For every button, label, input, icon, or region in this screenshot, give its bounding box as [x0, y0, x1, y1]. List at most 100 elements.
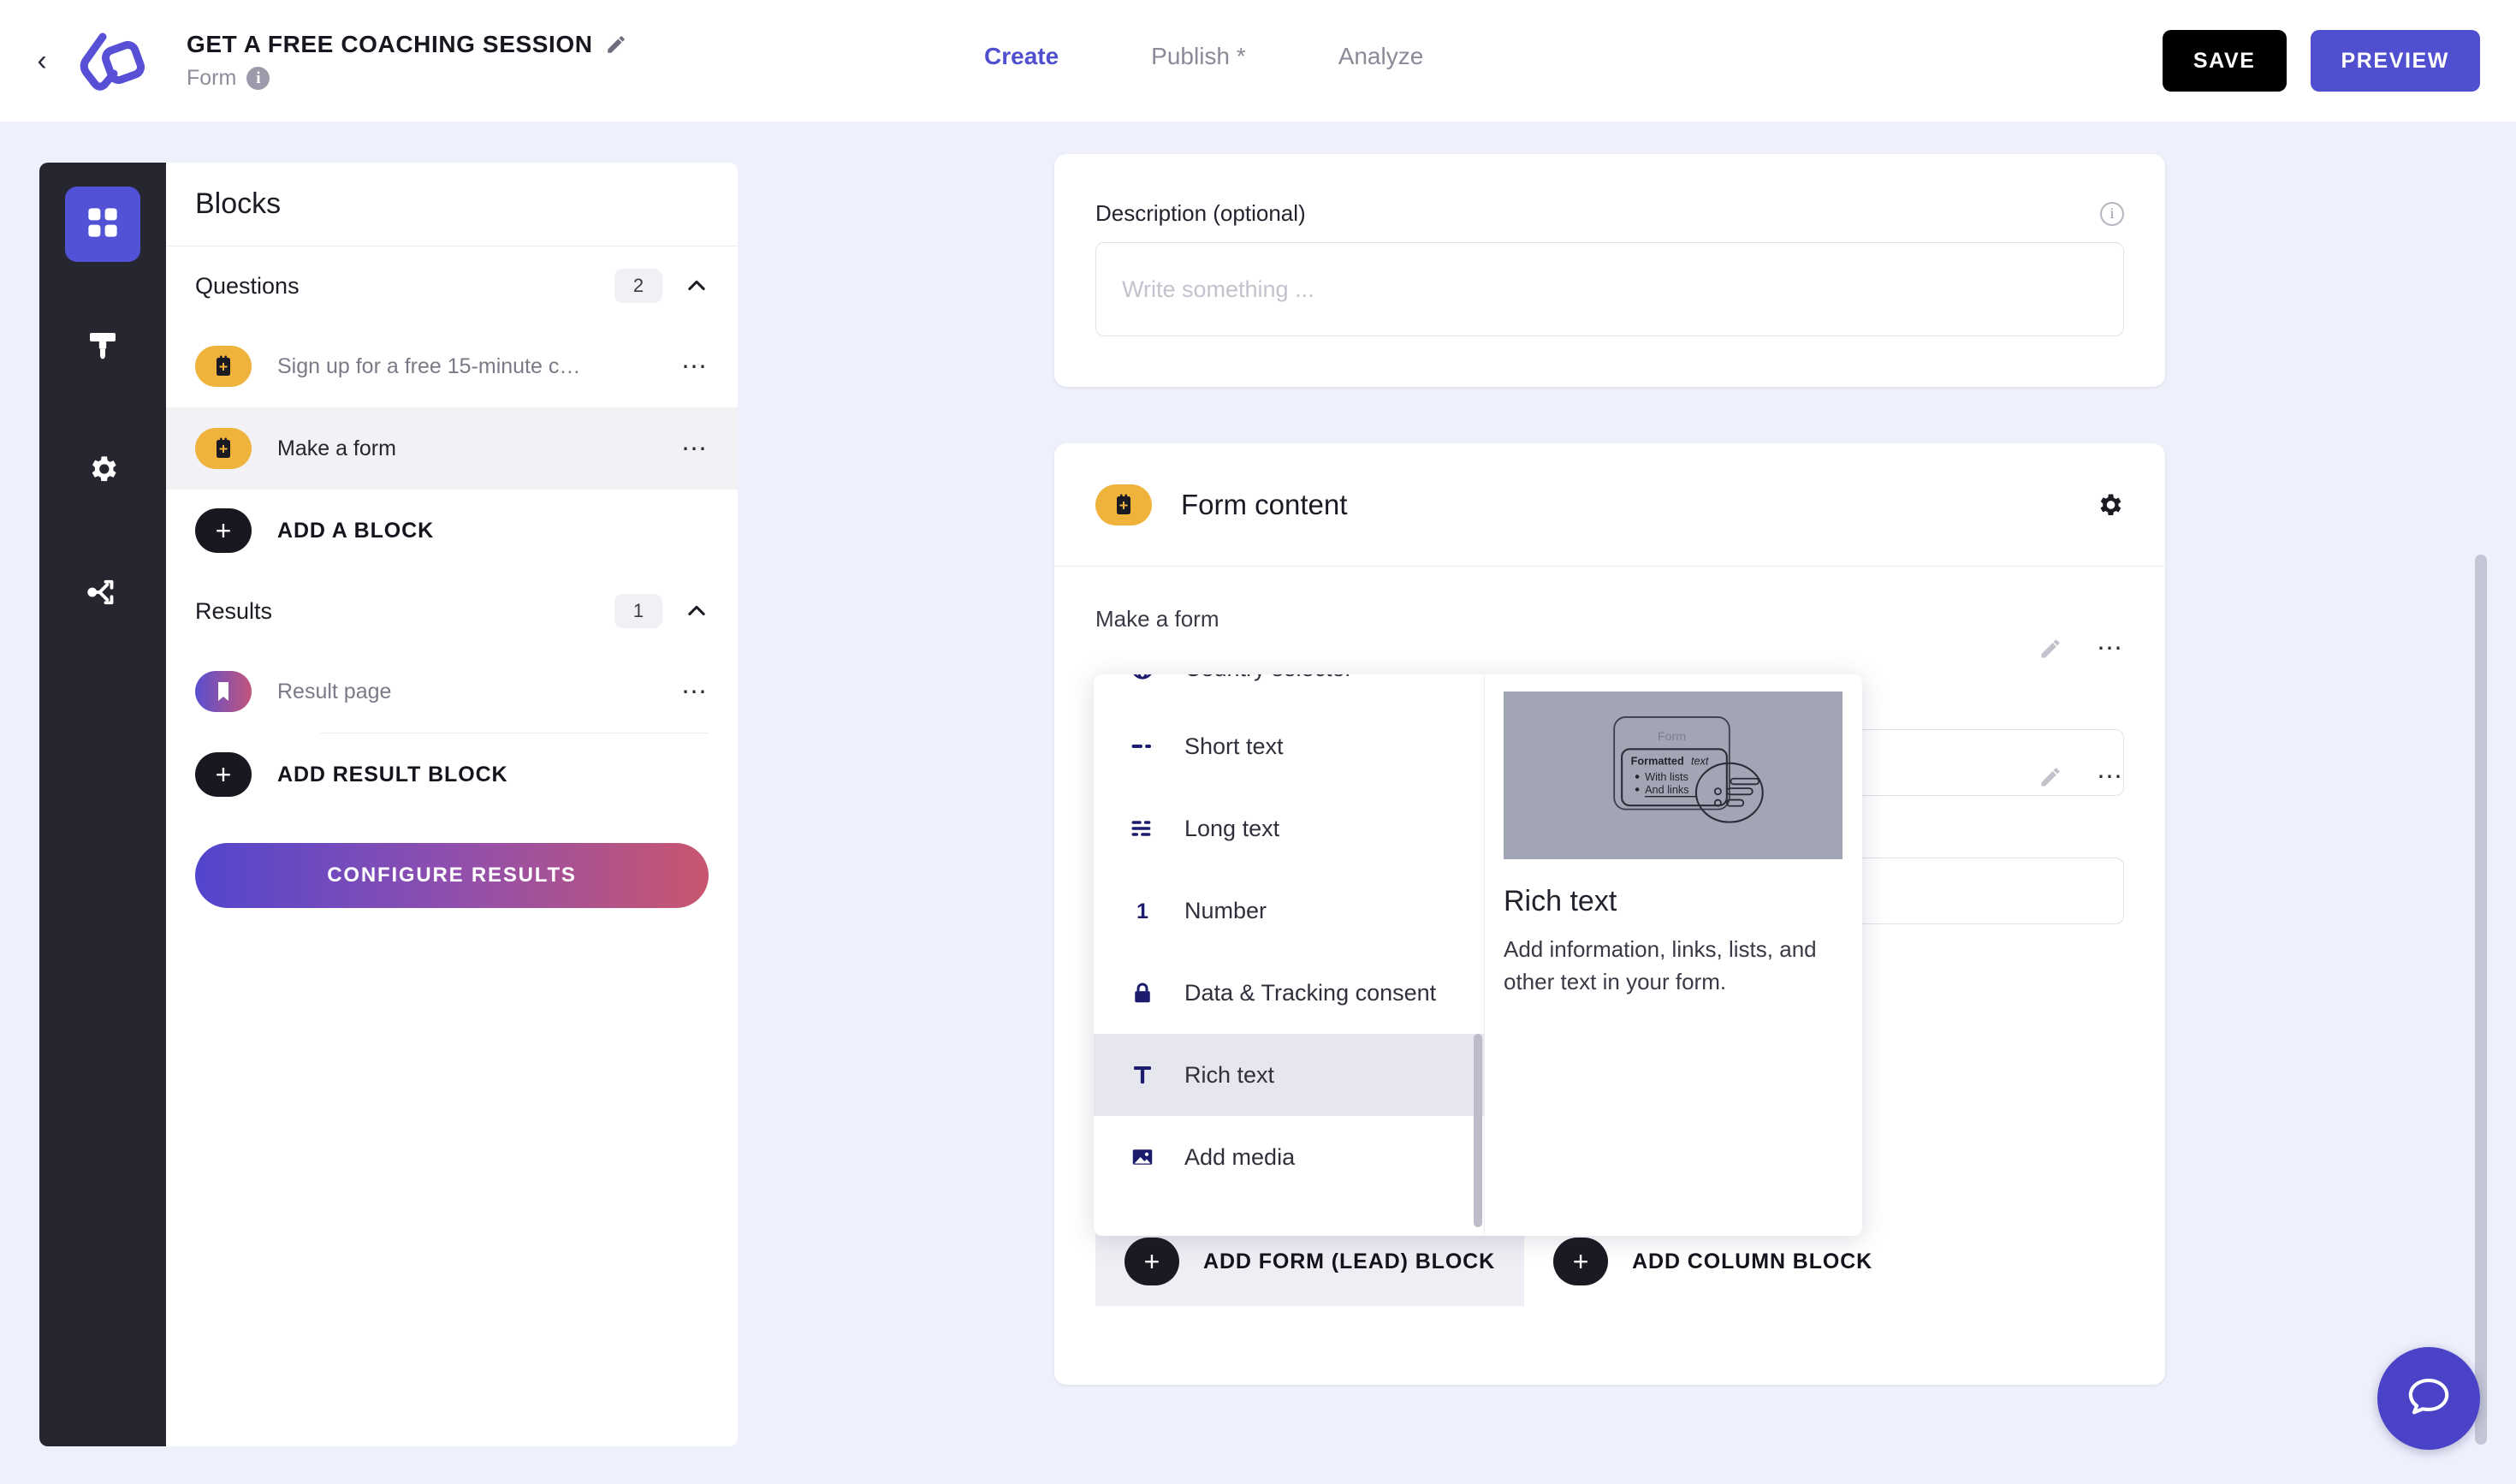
- menu-item-label: Rich text: [1184, 1061, 1275, 1088]
- tab-publish[interactable]: Publish *: [1151, 43, 1246, 70]
- svg-text:Formatted: Formatted: [1631, 754, 1684, 767]
- menu-item-rich-text[interactable]: Rich text: [1094, 1034, 1484, 1116]
- paint-brush-icon: [86, 329, 120, 367]
- long-text-icon: [1124, 816, 1160, 841]
- gear-icon: [86, 452, 120, 490]
- page-subtitle: Form: [187, 66, 237, 90]
- add-column-block-label: ADD COLUMN BLOCK: [1632, 1249, 1873, 1273]
- preview-description: Add information, links, lists, and other…: [1504, 936, 1817, 994]
- field-row-tools: ⋯: [2038, 633, 2124, 663]
- ellipsis-icon[interactable]: ⋯: [681, 677, 709, 707]
- menu-item-add-media[interactable]: Add media: [1094, 1116, 1484, 1198]
- section-results-label: Results: [195, 597, 273, 624]
- brand-logo-icon[interactable]: [62, 18, 156, 104]
- chevron-up-icon[interactable]: [685, 599, 709, 623]
- menu-item-short-text[interactable]: Short text: [1094, 705, 1484, 787]
- menu-item-label: Data & Tracking consent: [1184, 979, 1437, 1006]
- save-button[interactable]: SAVE: [2162, 30, 2287, 92]
- section-questions-label: Questions: [195, 272, 300, 299]
- ellipsis-icon[interactable]: ⋯: [681, 434, 709, 464]
- plus-icon: +: [1124, 1238, 1179, 1285]
- rail-item-design[interactable]: [65, 310, 140, 385]
- svg-text:1: 1: [1136, 899, 1148, 923]
- ellipsis-icon[interactable]: ⋯: [681, 352, 709, 382]
- description-input[interactable]: Write something ...: [1095, 242, 2124, 336]
- page-scrollbar[interactable]: [2475, 555, 2487, 1445]
- tab-analyze[interactable]: Analyze: [1338, 43, 1424, 70]
- block-item-result-page[interactable]: Result page ⋯: [166, 650, 738, 733]
- add-a-block-label: ADD A BLOCK: [277, 518, 435, 543]
- lock-icon: [1124, 980, 1160, 1006]
- text-format-t-icon: [1124, 1062, 1160, 1088]
- left-icon-rail: [39, 163, 166, 1446]
- block-type-list: Country selector Short text: [1094, 674, 1484, 1236]
- form-block-icon: [1095, 484, 1152, 525]
- form-content-title: Form content: [1181, 488, 1348, 520]
- image-icon: [1124, 1144, 1160, 1170]
- blocks-panel-title: Blocks: [195, 187, 282, 220]
- add-form-lead-block-label: ADD FORM (LEAD) BLOCK: [1203, 1249, 1496, 1273]
- section-questions-count: 2: [614, 269, 662, 303]
- blocks-panel-header: Blocks: [166, 163, 738, 246]
- section-results-header[interactable]: Results 1: [166, 572, 738, 650]
- title-block: GET A FREE COACHING SESSION Form i: [187, 31, 627, 91]
- block-item-label: Make a form: [277, 436, 396, 460]
- menu-item-label: Long text: [1184, 815, 1280, 841]
- menu-item-label: Add media: [1184, 1143, 1296, 1170]
- info-icon[interactable]: i: [2100, 201, 2124, 226]
- block-item-make-a-form[interactable]: Make a form ⋯: [166, 407, 738, 490]
- menu-scrollbar[interactable]: [1474, 1034, 1482, 1227]
- chat-bubble-icon: [2402, 1370, 2455, 1428]
- block-item-signup[interactable]: Sign up for a free 15-minute c… ⋯: [166, 325, 738, 407]
- menu-item-label: Country selector: [1184, 674, 1353, 682]
- share-branch-icon: [85, 574, 121, 614]
- svg-text:And links: And links: [1645, 783, 1689, 796]
- blocks-panel: Blocks Questions 2 Sign up for a free 15…: [166, 163, 738, 1446]
- configure-results-button[interactable]: CONFIGURE RESULTS: [195, 843, 709, 908]
- ellipsis-icon[interactable]: ⋯: [2097, 633, 2124, 663]
- short-text-icon: [1124, 733, 1160, 759]
- menu-item-country-selector[interactable]: Country selector: [1094, 674, 1484, 705]
- page-title: GET A FREE COACHING SESSION: [187, 31, 593, 57]
- back-button[interactable]: ‹: [29, 44, 55, 78]
- main-nav-tabs: Create Publish * Analyze: [984, 43, 1423, 70]
- section-results-count: 1: [614, 594, 662, 628]
- svg-text:Form: Form: [1658, 730, 1686, 744]
- add-a-block-button[interactable]: + ADD A BLOCK: [166, 490, 738, 572]
- plus-icon: +: [1553, 1238, 1609, 1285]
- block-item-label: Result page: [277, 679, 392, 703]
- svg-text:With lists: With lists: [1645, 770, 1688, 783]
- top-bar: ‹ GET A FREE COACHING SESSION Form i Cre…: [0, 0, 2516, 122]
- rich-text-illustration: Form Formatted text With lists And links: [1504, 692, 1842, 859]
- rail-item-blocks[interactable]: [65, 187, 140, 262]
- block-type-dropdown: Country selector Short text: [1094, 674, 1862, 1236]
- number-one-icon: 1: [1124, 898, 1160, 923]
- rail-item-logic[interactable]: [65, 556, 140, 632]
- menu-item-long-text[interactable]: Long text: [1094, 787, 1484, 870]
- chat-bubble-button[interactable]: [2377, 1347, 2480, 1450]
- info-icon[interactable]: i: [246, 67, 270, 90]
- menu-item-data-tracking-consent[interactable]: Data & Tracking consent: [1094, 952, 1484, 1034]
- form-block-icon: [195, 428, 252, 469]
- add-result-block-label: ADD RESULT BLOCK: [277, 762, 508, 787]
- gear-icon[interactable]: [2095, 490, 2124, 519]
- chevron-up-icon[interactable]: [685, 274, 709, 298]
- top-bar-actions: SAVE PREVIEW: [2162, 30, 2480, 92]
- menu-item-number[interactable]: 1 Number: [1094, 870, 1484, 952]
- pencil-icon[interactable]: [2038, 765, 2062, 789]
- grid-blocks-icon: [85, 205, 121, 245]
- bookmark-icon: [195, 671, 252, 712]
- description-card: Description (optional) i Write something…: [1054, 154, 2165, 387]
- preview-button[interactable]: PREVIEW: [2310, 30, 2480, 92]
- description-label: Description (optional): [1095, 200, 1306, 226]
- section-questions-header[interactable]: Questions 2: [166, 246, 738, 325]
- tab-create[interactable]: Create: [984, 43, 1059, 70]
- pencil-icon[interactable]: [605, 33, 627, 56]
- pencil-icon[interactable]: [2038, 637, 2062, 661]
- form-block-icon: [195, 346, 252, 387]
- plus-icon: +: [195, 508, 252, 553]
- rail-item-settings[interactable]: [65, 433, 140, 508]
- ellipsis-icon[interactable]: ⋯: [2097, 762, 2124, 792]
- add-result-block-button[interactable]: + ADD RESULT BLOCK: [166, 733, 738, 816]
- block-type-preview-panel: Form Formatted text With lists And links…: [1484, 674, 1862, 1236]
